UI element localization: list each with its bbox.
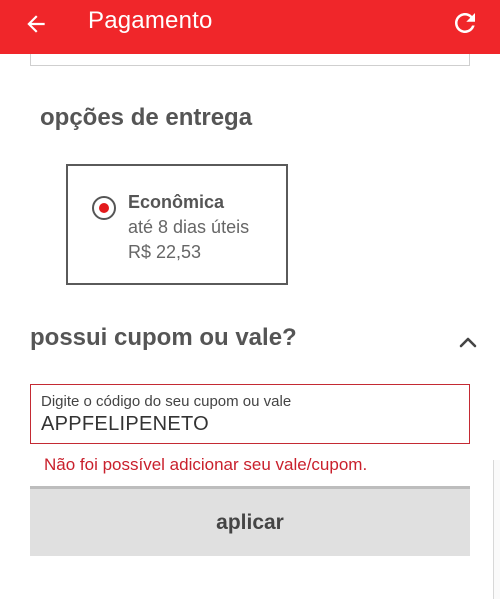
- refresh-button[interactable]: [448, 6, 482, 40]
- page-title: Pagamento: [88, 7, 213, 34]
- delivery-option-price: R$ 22,53: [128, 242, 202, 262]
- chevron-up-icon: [459, 337, 477, 348]
- back-button[interactable]: [20, 8, 52, 40]
- refresh-icon: [455, 12, 475, 33]
- coupon-input-field[interactable]: Digite o código do seu cupom ou vale APP…: [30, 384, 470, 444]
- delivery-options-title: opções de entrega: [40, 104, 253, 131]
- coupon-section-toggle[interactable]: possui cupom ou vale?: [30, 320, 480, 360]
- delivery-option-name: Econômica: [128, 192, 225, 212]
- previous-card-edge: [30, 54, 470, 66]
- apply-coupon-button[interactable]: aplicar: [30, 486, 470, 556]
- apply-button-label: aplicar: [216, 510, 284, 534]
- delivery-option-time: até 8 dias úteis: [128, 217, 250, 237]
- arrow-left-icon: [27, 15, 45, 33]
- coupon-input-value[interactable]: APPFELIPENETO: [41, 413, 209, 436]
- delivery-radio-button[interactable]: [92, 196, 116, 220]
- app-header: Pagamento: [0, 0, 500, 54]
- radio-selected-dot: [99, 203, 109, 213]
- delivery-option-economica[interactable]: Econômica até 8 dias úteis R$ 22,53: [66, 164, 288, 285]
- coupon-section-title: possui cupom ou vale?: [30, 324, 297, 351]
- coupon-error-message: Não foi possível adicionar seu vale/cupo…: [44, 455, 368, 474]
- coupon-input-label: Digite o código do seu cupom ou vale: [41, 393, 292, 410]
- scrollbar[interactable]: [493, 460, 500, 599]
